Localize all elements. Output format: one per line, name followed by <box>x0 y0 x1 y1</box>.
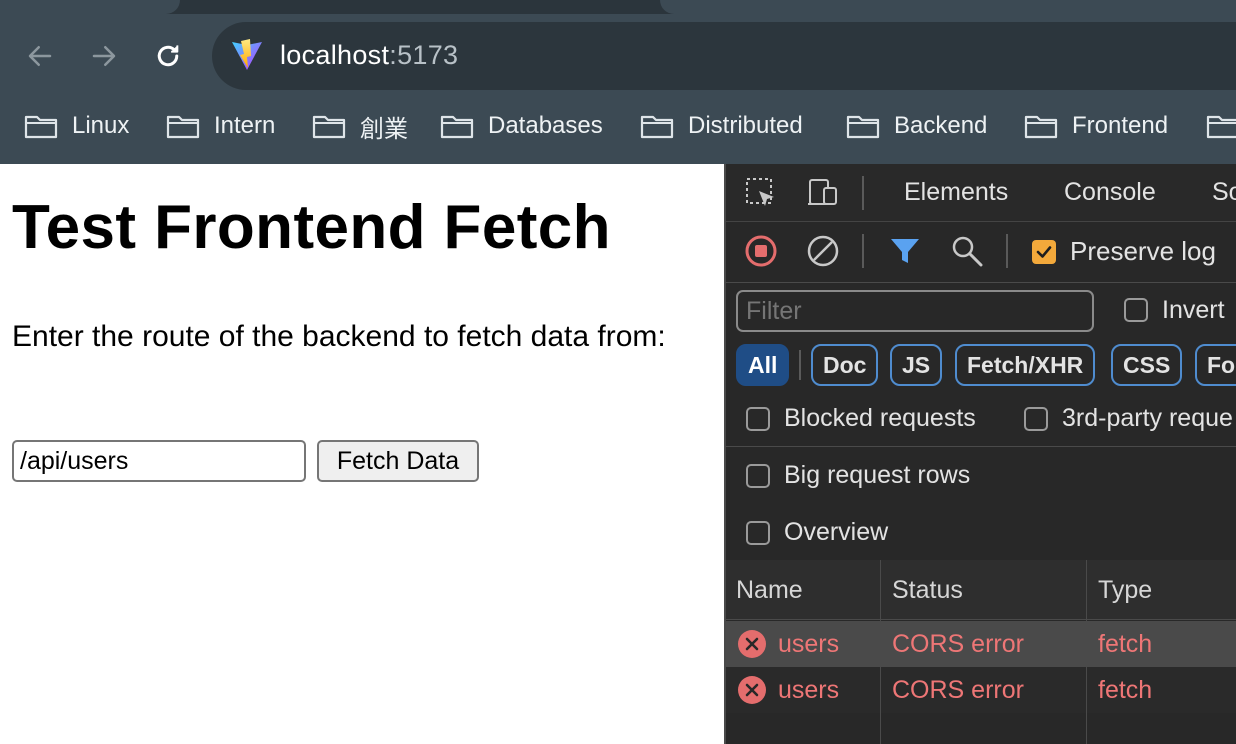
bookmark-folder[interactable]: Intern <box>166 104 275 148</box>
row-type: fetch <box>1098 676 1153 704</box>
row-status: CORS error <box>892 676 1024 704</box>
page-content: Test Frontend Fetch Enter the route of t… <box>0 164 724 744</box>
forward-button[interactable] <box>84 36 124 76</box>
blocked-requests-checkbox[interactable] <box>746 407 770 431</box>
reload-button[interactable] <box>148 36 188 76</box>
column-type[interactable]: Type <box>1098 576 1152 605</box>
filter-icon[interactable] <box>888 234 922 268</box>
browser-tab[interactable] <box>660 0 1236 14</box>
bookmark-folder[interactable]: Distributed <box>640 104 803 148</box>
tab-console[interactable]: Console <box>1064 178 1156 207</box>
chip-font[interactable]: Fo <box>1195 344 1236 386</box>
overview-checkbox[interactable] <box>746 521 770 545</box>
bookmark-label: Linux <box>72 112 130 139</box>
column-status[interactable]: Status <box>892 576 963 605</box>
chip-fetch-xhr[interactable]: Fetch/XHR <box>955 344 1096 386</box>
chip-js[interactable]: JS <box>890 344 943 386</box>
folder-icon <box>440 115 474 139</box>
back-button[interactable] <box>20 36 60 76</box>
bookmark-label: Frontend <box>1072 112 1169 139</box>
bookmark-folder[interactable] <box>1206 104 1236 148</box>
chip-all[interactable]: All <box>736 344 790 386</box>
folder-icon <box>640 115 674 139</box>
tab-sources[interactable]: So <box>1212 178 1236 207</box>
bookmark-folder[interactable]: Frontend <box>1024 104 1168 148</box>
page-title: Test Frontend Fetch <box>12 193 611 262</box>
error-icon <box>738 630 766 658</box>
search-icon[interactable] <box>950 234 984 268</box>
column-divider <box>880 560 881 744</box>
bookmark-folder[interactable]: Databases <box>440 104 603 148</box>
vite-logo-icon <box>232 39 262 70</box>
bookmark-folder[interactable]: Linux <box>24 104 129 148</box>
table-row[interactable]: users CORS error fetch <box>726 667 1236 713</box>
tab-elements[interactable]: Elements <box>904 178 1008 207</box>
url-port: :5173 <box>389 40 459 70</box>
checkmark-icon <box>1036 246 1052 258</box>
bookmark-label: Databases <box>488 112 603 139</box>
bookmarks-bar: Linux Intern 創業 Databases Distributed Ba… <box>0 104 1236 148</box>
folder-icon <box>846 115 880 139</box>
invert-label: Invert <box>1162 296 1225 324</box>
preserve-log-checkbox[interactable] <box>1032 240 1056 264</box>
browser-chrome: localhost:5173 Linux Intern 創業 Databases… <box>0 0 1236 164</box>
overview-label: Overview <box>784 518 889 546</box>
preserve-log-label: Preserve log <box>1070 236 1216 266</box>
bookmark-label: Backend <box>894 112 988 139</box>
stop-recording-icon[interactable] <box>744 234 778 268</box>
big-request-rows-checkbox[interactable] <box>746 464 770 488</box>
third-party-label: 3rd-party reque <box>1062 404 1233 432</box>
device-toolbar-icon[interactable] <box>806 176 840 210</box>
folder-icon <box>24 115 58 139</box>
arrow-right-icon <box>92 46 116 66</box>
bookmark-label: Intern <box>214 112 276 139</box>
chip-divider <box>799 350 801 380</box>
route-input[interactable] <box>12 440 306 482</box>
third-party-checkbox[interactable] <box>1024 407 1048 431</box>
arrow-left-icon <box>28 46 52 66</box>
bookmark-folder[interactable]: Backend <box>846 104 987 148</box>
browser-tab[interactable] <box>0 0 180 14</box>
error-icon <box>738 676 766 704</box>
toolbar-divider <box>862 234 864 268</box>
table-row[interactable]: users CORS error fetch <box>726 621 1236 667</box>
inspect-element-icon[interactable] <box>744 176 778 210</box>
row-name: users <box>778 630 840 658</box>
filter-input[interactable] <box>736 290 1094 332</box>
row-status: CORS error <box>892 630 1024 658</box>
folder-icon <box>1024 115 1058 139</box>
chip-css[interactable]: CSS <box>1111 344 1183 386</box>
chip-doc[interactable]: Doc <box>811 344 879 386</box>
clear-icon[interactable] <box>806 234 840 268</box>
page-description: Enter the route of the backend to fetch … <box>12 320 666 353</box>
fetch-data-button[interactable]: Fetch Data <box>317 440 479 482</box>
folder-icon <box>312 115 346 139</box>
column-divider <box>1086 560 1087 744</box>
url-host: localhost <box>280 40 390 70</box>
bookmark-folder[interactable]: 創業 <box>312 104 408 148</box>
blocked-requests-label: Blocked requests <box>784 404 976 432</box>
divider <box>726 282 1236 283</box>
reload-icon <box>157 45 179 67</box>
folder-icon <box>1206 115 1236 139</box>
folder-icon <box>166 115 200 139</box>
row-name: users <box>778 676 840 704</box>
devtools-tab-bar: Elements Console So <box>726 164 1236 222</box>
row-type: fetch <box>1098 630 1153 658</box>
column-name[interactable]: Name <box>736 576 803 605</box>
bookmark-label: 創業 <box>360 115 408 143</box>
invert-checkbox[interactable] <box>1124 298 1148 322</box>
network-table-header: Name Status Type <box>726 560 1236 620</box>
bookmark-label: Distributed <box>688 112 803 139</box>
toolbar-divider <box>862 176 864 210</box>
devtools-panel: Elements Console So Preserve log Invert … <box>724 164 1236 744</box>
big-request-rows-label: Big request rows <box>784 461 971 489</box>
divider <box>726 446 1236 447</box>
url-text[interactable]: localhost:5173 <box>280 40 458 71</box>
toolbar-divider <box>1006 234 1008 268</box>
